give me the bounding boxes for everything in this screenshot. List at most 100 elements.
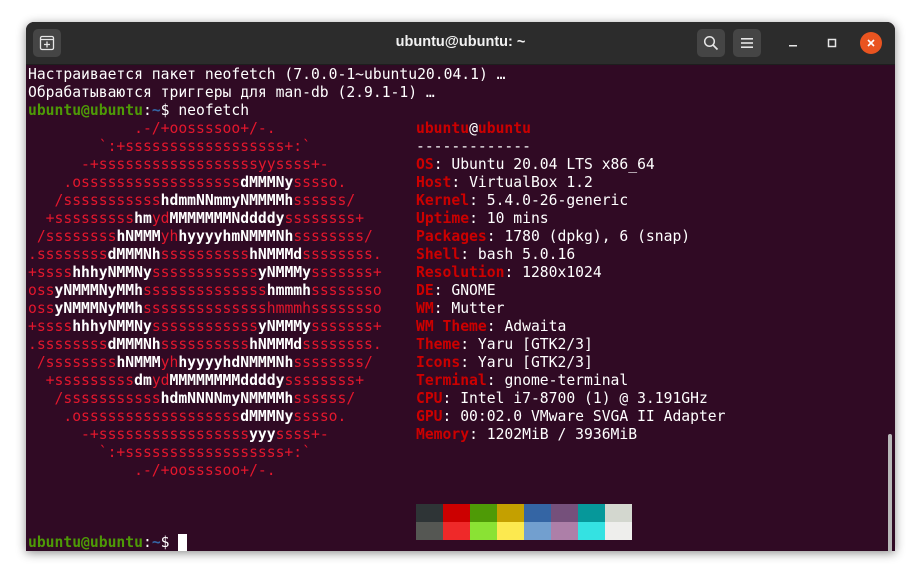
info-row: WM Theme: Adwaita [416, 318, 726, 336]
logo-line: +ssssssssshmydMMMMMMMNddddyssssssss+ [28, 210, 382, 228]
logo-segment: hm [134, 210, 152, 227]
scrollbar-thumb[interactable] [888, 434, 892, 551]
close-button[interactable] [860, 32, 882, 54]
logo-segment: ssssssss/ [293, 228, 373, 245]
color-swatch [551, 522, 578, 540]
minimize-icon [789, 45, 797, 47]
logo-segment: ssssssss. [302, 336, 382, 353]
info-colon: : [469, 210, 487, 227]
info-key: CPU [416, 390, 443, 407]
search-button[interactable] [697, 29, 725, 57]
info-key: Resolution [416, 264, 505, 281]
info-header: ubuntu@ubuntu [416, 120, 531, 137]
logo-segment: ssssssss/ [293, 354, 373, 371]
color-swatch [470, 522, 497, 540]
window-title: ubuntu@ubuntu: ~ [395, 34, 526, 50]
output-line: Обрабатываются триггеры для man-db (2.9.… [28, 84, 435, 101]
ubuntu-ascii-logo: .-/+oossssoo+/-. `:+ssssssssssssssssss+:… [28, 120, 382, 480]
logo-segment: oss [28, 300, 55, 317]
logo-segment: -+ssssssssssssssssssyyssss+- [28, 156, 329, 173]
logo-segment: +sssssssss [28, 210, 135, 227]
logo-line: -+ssssssssssssssssssyyssss+- [28, 156, 382, 174]
logo-segment: hNMMM [116, 354, 161, 371]
info-colon: : [433, 156, 452, 173]
logo-segment: .-/+oossssoo+/-. [28, 462, 276, 479]
info-row: GPU: 00:02.0 VMware SVGA II Adapter [416, 408, 726, 426]
logo-line: `:+ssssssssssssssssss+:` [28, 138, 382, 156]
logo-segment: -+sssssssssssssssss [28, 426, 250, 443]
info-value: 1780 (dpkg), 6 (snap) [504, 228, 691, 245]
info-key: WM Theme [416, 318, 487, 335]
info-value: Ubuntu 20.04 LTS x86_64 [451, 156, 655, 173]
info-row: Theme: Yaru [GTK2/3] [416, 336, 726, 354]
logo-segment: sssssss+ [311, 318, 382, 335]
info-value: 5.4.0-26-generic [486, 192, 629, 209]
system-info: ubuntu@ubuntu ------------- OS: Ubuntu 2… [416, 120, 726, 444]
logo-segment: .ossssssssssssssssss [28, 174, 241, 191]
color-swatch [605, 522, 632, 540]
logo-line: -+sssssssssssssssssyyyssss+- [28, 426, 382, 444]
logo-line: +sssssssssdmydMMMMMMMMddddyssssssss+ [28, 372, 382, 390]
info-row: Terminal: gnome-terminal [416, 372, 726, 390]
logo-segment: dMMMNy [240, 174, 294, 191]
info-colon: : [486, 372, 505, 389]
color-swatch [416, 504, 443, 522]
info-colon: : [460, 246, 478, 263]
info-value: VirtualBox 1.2 [469, 174, 593, 191]
info-value: GNOME [451, 282, 496, 299]
color-swatch [551, 504, 578, 522]
logo-segment: yh [160, 228, 179, 245]
logo-line: ossyNMMMNyMMhsssssssssssssshmmmhssssssso [28, 300, 382, 318]
color-swatch [578, 504, 605, 522]
menu-button[interactable] [733, 29, 761, 57]
color-swatch [497, 504, 524, 522]
info-colon: : [486, 228, 505, 245]
logo-segment: hdmNNNNmyNMMMMh [160, 390, 294, 407]
info-separator: ------------- [416, 138, 531, 155]
info-key: Uptime [416, 210, 470, 227]
info-value: Yaru [GTK2/3] [477, 336, 593, 353]
terminal-area[interactable]: Настраивается пакет neofetch (7.0.0-1~ub… [28, 66, 895, 551]
info-key: GPU [416, 408, 443, 425]
logo-segment: ssssssso [310, 282, 382, 299]
info-colon: : [504, 264, 523, 281]
color-swatch [416, 522, 443, 540]
logo-segment: ssss+- [275, 426, 329, 443]
terminal-window: ubuntu@ubuntu: ~ Настраивается пакет neo… [26, 22, 895, 551]
info-value: Intel i7-8700 (1) @ 3.191GHz [460, 390, 708, 407]
prompt-separator: : [142, 534, 152, 551]
logo-segment: `:+ssssssssssssssssss+:` [28, 138, 311, 155]
maximize-button[interactable] [821, 32, 843, 54]
command-text: neofetch [178, 102, 250, 119]
logo-segment: hNMMM [116, 228, 161, 245]
logo-segment: ssssssssss [160, 336, 250, 353]
logo-segment: dMMMNh [107, 246, 161, 263]
close-icon [867, 39, 875, 47]
info-colon: : [486, 318, 505, 335]
title-bar: ubuntu@ubuntu: ~ [26, 22, 895, 65]
logo-segment: ssssssssssssss [142, 282, 267, 299]
logo-line: .ssssssssdMMMNhsssssssssshNMMMdssssssss. [28, 246, 382, 264]
logo-segment: ssssssssss [160, 246, 250, 263]
minimize-button[interactable] [782, 32, 804, 54]
logo-segment: +ssss [28, 264, 73, 281]
text-cursor [178, 534, 188, 551]
logo-segment: ssssss/ [293, 192, 356, 209]
prompt-user-host: ubuntu@ubuntu [28, 534, 143, 551]
logo-line: +sssshhhyNMMNyssssssssssssyNMMMysssssss+ [28, 264, 382, 282]
logo-segment: `:+ssssssssssssssssss+:` [28, 444, 311, 461]
color-swatch [605, 504, 632, 522]
logo-segment: hNMMMd [249, 336, 303, 353]
info-key: Packages [416, 228, 487, 245]
info-key: Terminal [416, 372, 487, 389]
logo-segment: .ssssssss [28, 336, 108, 353]
info-row: Memory: 1202MiB / 3936MiB [416, 426, 726, 444]
logo-segment: .-/+oossssoo+/-. [28, 120, 276, 137]
logo-segment: yd [151, 372, 170, 389]
info-colon: : [442, 408, 461, 425]
logo-segment: ssssssss+ [284, 372, 365, 389]
prompt-line: ubuntu@ubuntu:~$ [28, 534, 188, 551]
logo-segment: ssssssss. [302, 246, 382, 263]
logo-segment: sssso. [293, 174, 347, 191]
hamburger-menu-icon [741, 38, 753, 48]
